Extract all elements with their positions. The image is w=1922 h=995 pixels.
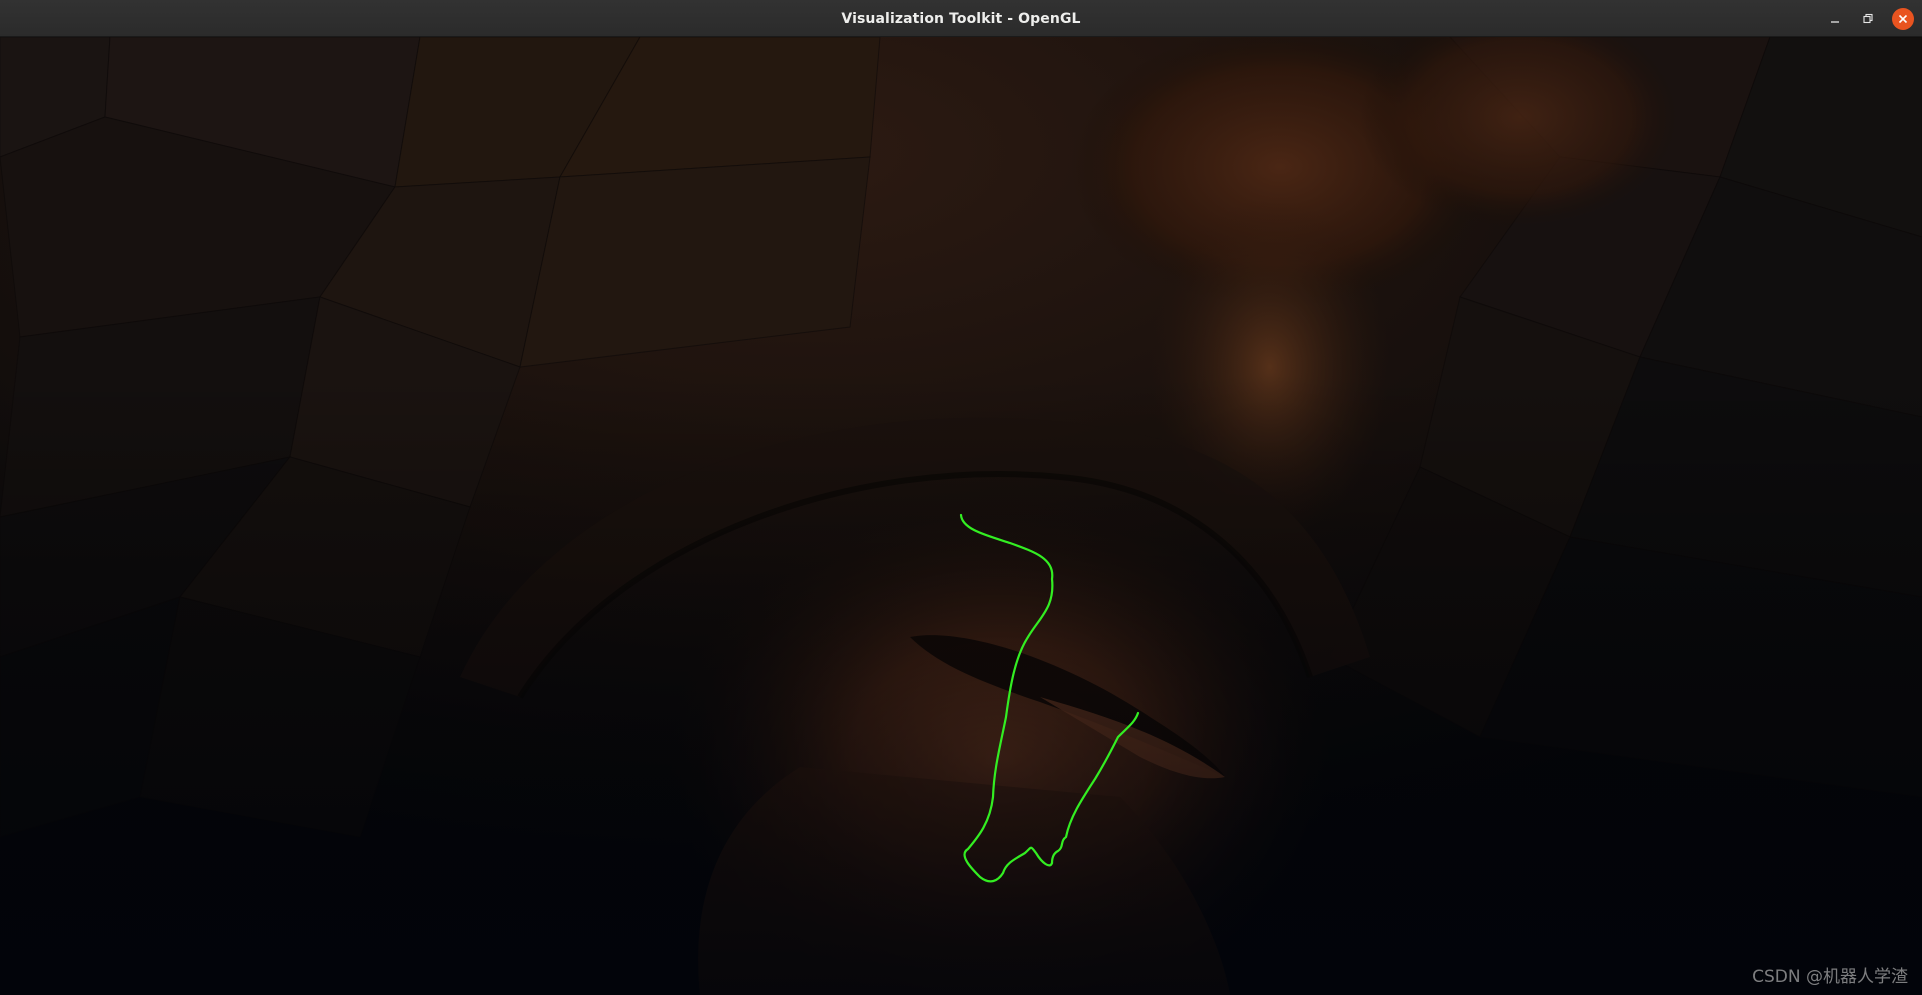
render-canvas[interactable] — [0, 37, 1922, 995]
minimize-button[interactable] — [1824, 8, 1846, 30]
csdn-watermark: CSDN @机器人学渣 — [1752, 967, 1908, 987]
close-icon — [1898, 14, 1908, 24]
restore-icon — [1863, 13, 1873, 24]
close-button[interactable] — [1892, 8, 1914, 30]
render-viewport[interactable]: CSDN @机器人学渣 — [0, 37, 1922, 995]
vtk-render-window: Visualization Toolkit - OpenGL CSDN @机器人… — [0, 0, 1922, 995]
window-title: Visualization Toolkit - OpenGL — [841, 11, 1081, 27]
minimize-icon — [1831, 21, 1839, 23]
title-bar[interactable]: Visualization Toolkit - OpenGL — [0, 0, 1922, 37]
maximize-button[interactable] — [1857, 8, 1879, 30]
